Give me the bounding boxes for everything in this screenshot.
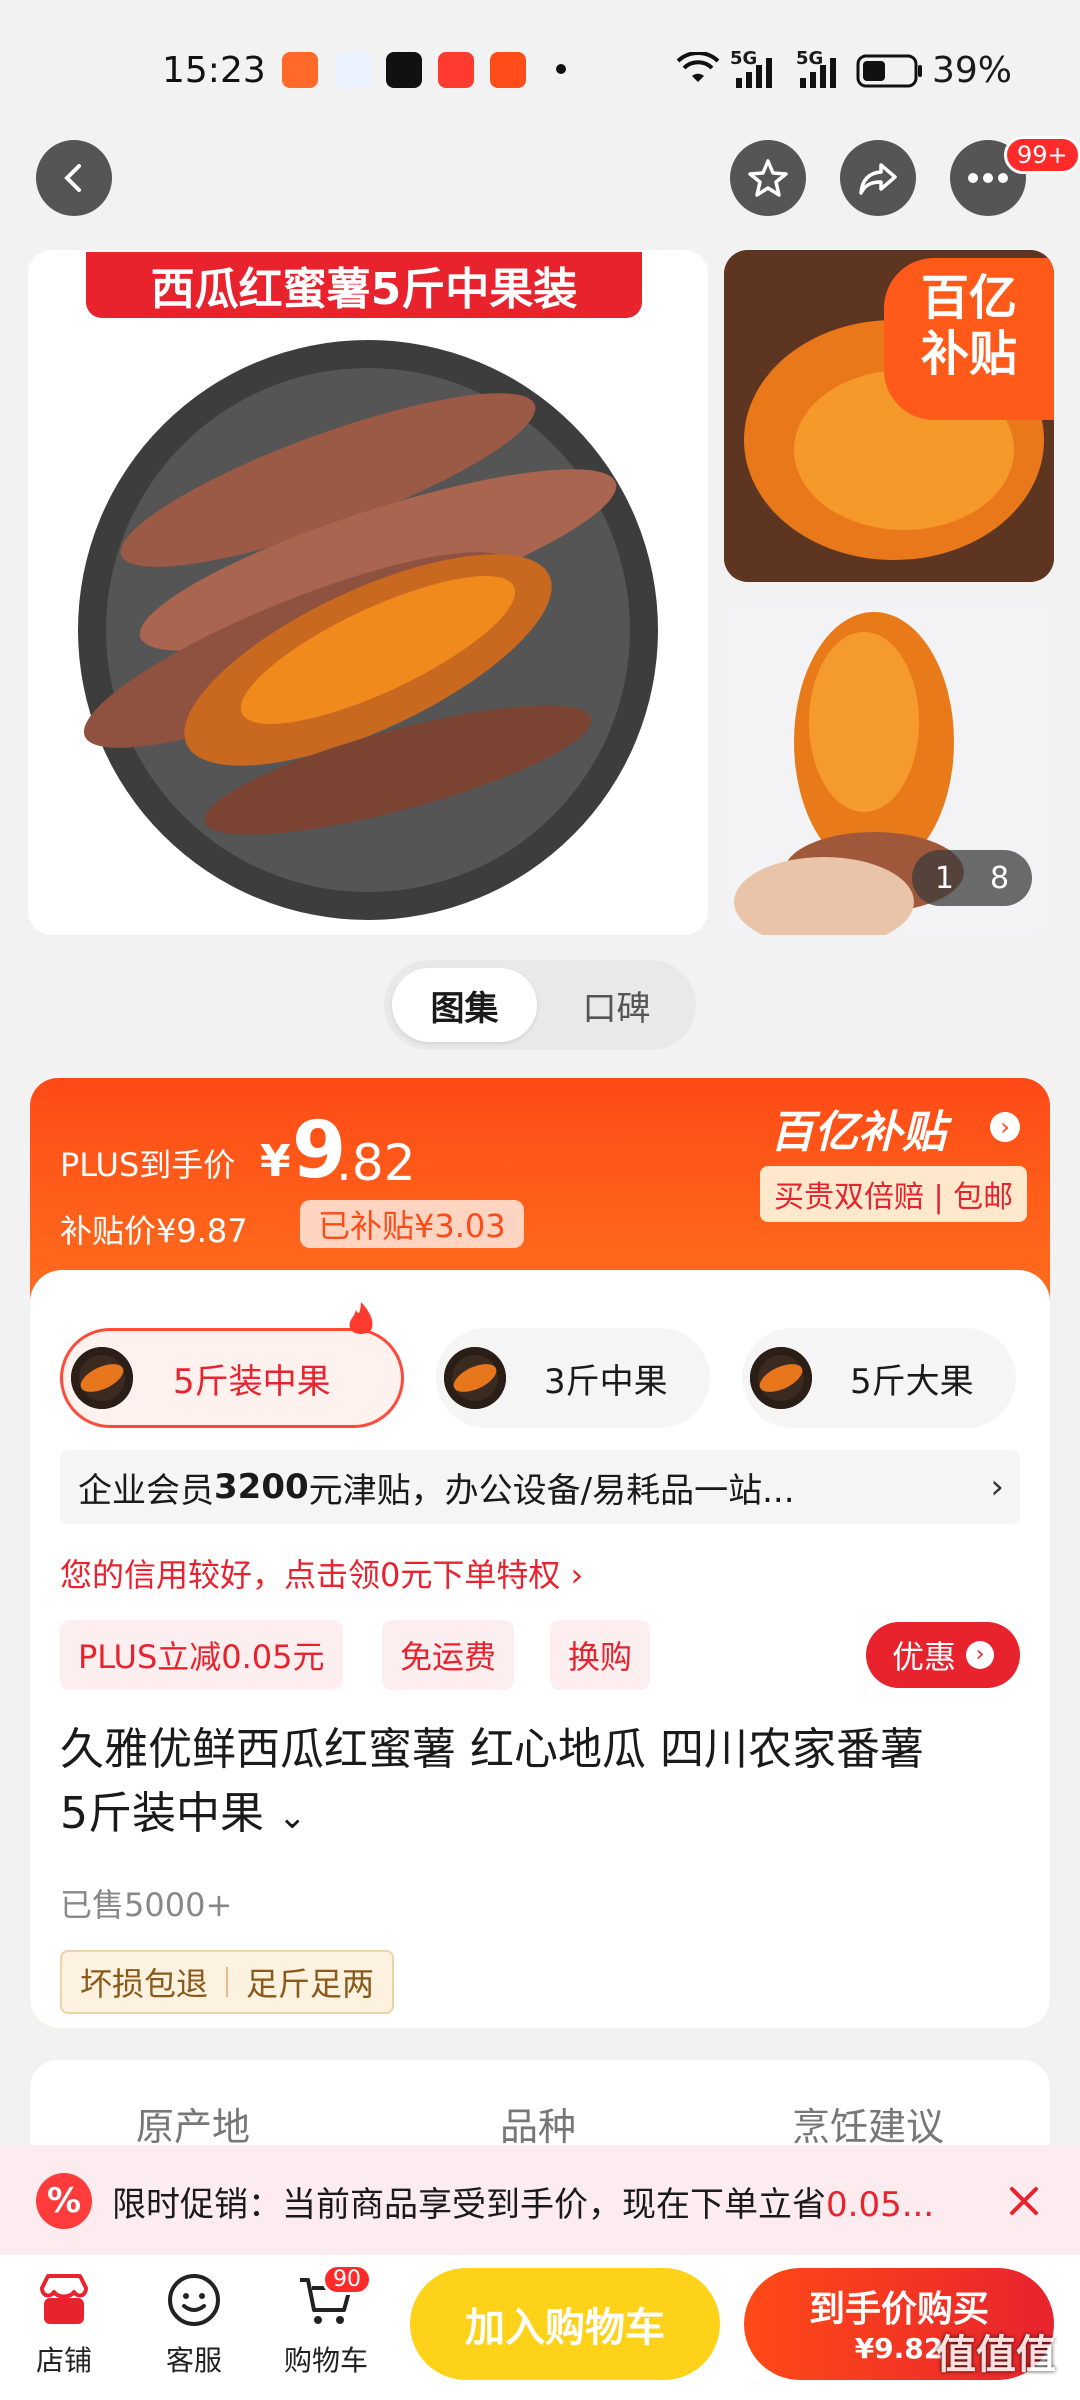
customer-service-icon	[168, 2274, 220, 2326]
more-notifications-dot	[556, 64, 566, 74]
spec-thumb-icon	[444, 1347, 506, 1409]
guarantee-tag: 买贵双倍赔 | 包邮	[760, 1166, 1028, 1222]
spec-thumb-icon	[750, 1347, 812, 1409]
pager-total: 8	[990, 860, 1010, 896]
subsidy-badge: 百亿 补贴	[884, 258, 1054, 420]
more-badge: 99+	[1004, 136, 1080, 174]
attr-origin: 原产地	[136, 2105, 251, 2149]
enterprise-prefix: 企业会员	[78, 1470, 214, 1511]
chevron-left-icon	[64, 164, 81, 192]
service-tag-return: 坏损包退	[80, 1965, 209, 2003]
signal-icon-2	[800, 58, 836, 88]
spec-option[interactable]: 5斤大果	[742, 1328, 1016, 1428]
brand-subsidy-title[interactable]: 百亿补贴	[770, 1096, 946, 1160]
price-decimal: .82	[336, 1134, 416, 1192]
main-product-image[interactable]: 西瓜红蜜薯5斤中果装	[28, 250, 708, 935]
wifi-icon	[676, 52, 720, 82]
tab-gallery[interactable]: 图集	[392, 968, 537, 1042]
tab-reviews[interactable]: 口碑	[544, 968, 689, 1042]
percent-icon: %	[36, 2173, 92, 2229]
image-pager: 1 8	[912, 850, 1032, 906]
spec-option[interactable]: 3斤中果	[436, 1328, 710, 1428]
back-button[interactable]	[36, 140, 112, 216]
add-to-cart-button[interactable]: 加入购物车	[410, 2268, 720, 2380]
spec-label: 5斤装中果	[173, 1361, 331, 1402]
product-title: 久雅优鲜西瓜红蜜薯 红心地瓜 四川农家番薯 5斤装中果 ⌄	[60, 1718, 1020, 1849]
star-icon	[748, 159, 788, 197]
close-icon[interactable]	[1008, 2185, 1040, 2217]
promo-text: 限时促销：当前商品享受到手价，现在下单立省0.05...	[112, 2177, 934, 2226]
subsidy-badge-line1: 百亿	[920, 270, 1017, 326]
subsidized-amount-tag: 已补贴¥3.03	[300, 1200, 524, 1248]
spec-label: 5斤大果	[850, 1361, 974, 1402]
promo-message: 限时促销：当前商品享受到手价，现在下单立省	[112, 2185, 826, 2225]
service-tag-weight: 足斤足两	[246, 1965, 375, 2003]
discount-button[interactable]: 优惠 ›	[866, 1622, 1020, 1688]
cart-badge: 90	[322, 2264, 372, 2295]
chevron-right-icon: ›	[990, 1467, 1004, 1507]
subsidy-badge-line2: 补贴	[920, 326, 1017, 382]
sold-count: 已售5000+	[60, 1886, 233, 1924]
attr-variety: 品种	[500, 2105, 577, 2149]
product-thumbnail-1[interactable]: 百亿 补贴	[724, 250, 1054, 582]
subsidy-price: 补贴价¥9.87	[60, 1212, 248, 1250]
battery-icon	[856, 54, 922, 88]
promo-banner[interactable]: % 限时促销：当前商品享受到手价，现在下单立省0.05...	[0, 2145, 1080, 2255]
product-thumbnail-2[interactable]: 1 8	[724, 602, 1054, 935]
credit-privilege-link[interactable]: 您的信用较好，点击领0元下单特权 ›	[60, 1550, 583, 1596]
status-time: 15:23	[162, 50, 266, 91]
chevron-down-icon[interactable]: ⌄	[278, 1797, 307, 1837]
taobao-notification-icon	[490, 52, 526, 88]
shop-tab[interactable]: 店铺	[14, 2268, 114, 2379]
shop-icon	[40, 2274, 88, 2324]
spec-option-selected[interactable]: 5斤装中果	[60, 1328, 404, 1428]
favorite-button[interactable]	[730, 140, 806, 216]
exchange-chip: 换购	[550, 1620, 651, 1690]
product-gallery[interactable]: 西瓜红蜜薯5斤中果装 百亿 补贴 1 8	[0, 250, 1080, 935]
service-tab[interactable]: 客服	[144, 2268, 244, 2379]
enterprise-suffix: 元津贴，办公设备/易耗品一站...	[308, 1470, 795, 1511]
free-shipping-chip: 免运费	[382, 1620, 515, 1690]
enterprise-banner[interactable]: 企业会员 3200 元津贴，办公设备/易耗品一站... ›	[60, 1450, 1020, 1524]
share-icon	[859, 163, 897, 195]
price-currency: ¥	[260, 1136, 291, 1187]
flame-icon	[349, 1302, 373, 1334]
product-title-line1: 久雅优鲜西瓜红蜜薯 红心地瓜 四川农家番薯	[60, 1724, 924, 1775]
more-dots-icon	[968, 173, 1008, 183]
chevron-right-icon[interactable]: ›	[990, 1112, 1020, 1142]
sweet-potato-image	[78, 340, 658, 920]
signal-icon	[736, 58, 772, 88]
tiktok-notification-icon	[386, 52, 422, 88]
shop-label: 店铺	[35, 2344, 92, 2377]
status-bar: 15:23 5G 5G 39%	[0, 0, 1080, 130]
chevron-right-icon: ›	[966, 1641, 994, 1669]
share-button[interactable]	[840, 140, 916, 216]
discount-label: 优惠	[891, 1638, 956, 1676]
product-title-line2: 5斤装中果	[60, 1788, 264, 1839]
enterprise-amount: 3200	[214, 1467, 309, 1507]
product-image-banner: 西瓜红蜜薯5斤中果装	[86, 252, 642, 318]
service-label: 客服	[165, 2344, 222, 2377]
battery-percent: 39%	[932, 50, 1013, 91]
cart-label: 购物车	[283, 2344, 368, 2377]
baidu-notification-icon	[336, 52, 372, 88]
spec-thumb-icon	[71, 1347, 133, 1409]
gallery-review-toggle: 图集 口碑	[384, 960, 696, 1050]
spec-label: 3斤中果	[544, 1361, 668, 1402]
plus-discount-chip: PLUS立减0.05元	[60, 1620, 343, 1690]
plus-price-label: PLUS到手价	[60, 1146, 236, 1184]
attr-cooking: 烹饪建议	[792, 2105, 945, 2149]
service-tags: 坏损包退 足斤足两	[60, 1950, 395, 2014]
pager-current: 1	[934, 860, 954, 896]
jd-notification-icon	[438, 52, 474, 88]
app-notification-icon	[282, 52, 318, 88]
watermark: 值值值	[936, 2332, 1056, 2378]
promo-amount: 0.05...	[826, 2185, 935, 2225]
